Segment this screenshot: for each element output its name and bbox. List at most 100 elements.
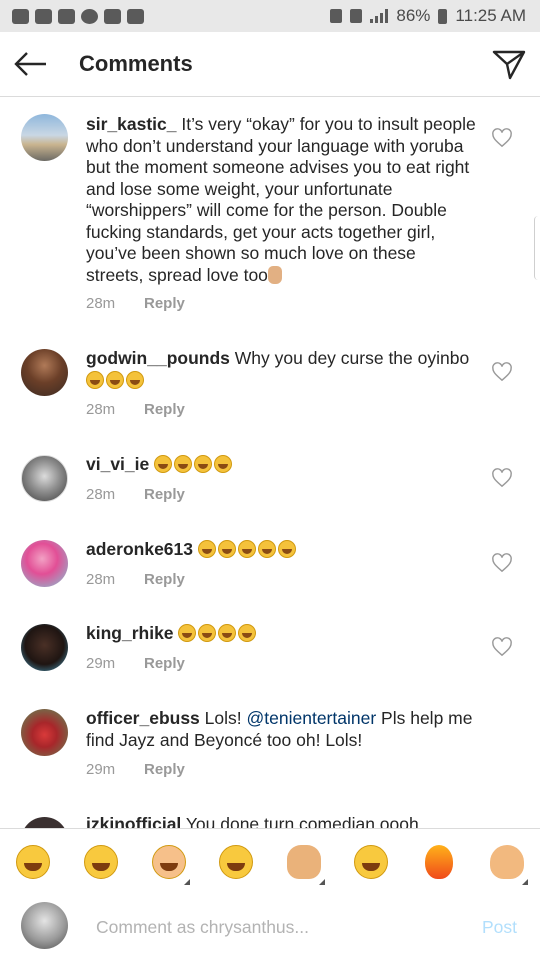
comment-meta: 29m Reply [86,655,185,672]
image-icon [104,8,121,24]
avatar[interactable] [21,624,68,671]
reply-button[interactable]: Reply [144,655,185,672]
comment-username[interactable]: sir_kastic_ [86,114,177,134]
rolling-laughing-face-icon [238,624,257,642]
skin-tone-indicator-icon [184,879,190,885]
notification-icon [12,8,29,24]
laughing-face-icon [214,455,233,473]
comment-meta: 29m Reply [86,761,185,778]
gallery-icon [58,8,75,24]
post-button[interactable]: Post [482,917,517,938]
avatar[interactable] [21,540,68,587]
laughing-face-icon [277,540,296,558]
comment-time: 28m [86,571,116,588]
rolling-laughing-face-icon [178,624,197,642]
rolling-laughing-face-icon [218,624,237,642]
victory-hand-icon [267,265,282,284]
comment-username[interactable]: godwin__pounds [86,348,230,368]
grinning-emoji-button[interactable] [219,845,253,879]
comments-list[interactable]: sir_kastic_ It’s very “okay” for you to … [0,97,540,828]
comment-composer: Post [0,895,540,960]
comment-text: aderonke613 [86,539,478,561]
comment-meta: 28m Reply [86,295,185,312]
reply-button[interactable]: Reply [144,295,185,312]
comment-time: 28m [86,401,116,418]
comment-username[interactable]: aderonke613 [86,539,193,559]
comment-text: izkinofficial You done turn comedian ooo… [86,814,478,828]
relieved-emoji-button[interactable] [354,845,388,879]
back-button[interactable] [10,44,50,84]
laughing-face-icon [194,455,213,473]
comment-text: godwin__pounds Why you dey curse the oyi… [86,348,478,391]
laughing-face-icon [257,540,276,558]
avatar[interactable] [21,349,68,396]
laughing-face-icon [86,370,104,389]
skin-tone-indicator-icon [522,879,528,885]
reply-button[interactable]: Reply [144,571,185,588]
reply-button[interactable]: Reply [144,486,185,503]
comments-header: Comments [0,32,540,97]
fire-emoji-button[interactable] [425,845,453,879]
heart-icon[interactable] [491,362,513,382]
mention-link[interactable]: @tenientertainer [247,708,377,728]
skin-tone-indicator-icon [319,879,325,885]
laughing-face-icon [217,540,236,558]
comment-meta: 28m Reply [86,571,185,588]
laughing-face-icon [154,455,173,473]
avatar[interactable] [21,709,68,756]
laughing-face-icon [174,455,193,473]
ok-hand-emoji-button[interactable] [490,845,524,879]
comment-meta: 28m Reply [86,401,185,418]
comment-meta: 28m Reply [86,486,185,503]
rolling-laughing-emoji-button[interactable] [84,845,118,879]
page-title: Comments [79,51,193,76]
status-bar: 86% 11:25 AM [0,0,540,32]
alarm-icon [330,9,343,23]
comment-username[interactable]: officer_ebuss [86,708,200,728]
raised-hand-emoji-button[interactable] [287,845,321,879]
comment-body: It’s very “okay” for you to insult peopl… [86,114,476,285]
comment-username[interactable]: king_rhike [86,623,174,643]
comment-body: Why you dey curse the oyinbo [234,348,470,368]
email-icon [127,8,144,24]
reply-button[interactable]: Reply [144,401,185,418]
hands-on-face-emoji-button[interactable] [152,845,186,879]
direct-share-button[interactable] [488,44,528,84]
comment-time: 29m [86,655,116,672]
laughing-face-icon [237,540,256,558]
heart-icon[interactable] [491,468,513,488]
notification-icons [0,8,144,24]
comment-username[interactable]: izkinofficial [86,814,181,828]
comment-text: vi_vi_ie [86,454,478,476]
data-icon [350,9,363,23]
tears-of-joy-emoji-button[interactable] [16,845,50,879]
paper-plane-icon [492,50,526,80]
mail-icon [35,8,52,24]
comment-body: Lols! [204,708,242,728]
battery-icon [438,8,448,24]
comment-body: You done turn comedian oooh [185,814,419,828]
signal-icon [370,9,389,23]
laughing-face-icon [126,370,144,389]
comment-time: 28m [86,295,116,312]
back-arrow-icon [14,52,46,76]
avatar[interactable] [21,817,68,828]
comment-text: sir_kastic_ It’s very “okay” for you to … [86,114,478,286]
heart-icon[interactable] [491,553,513,573]
comment-text: king_rhike [86,623,478,645]
current-user-avatar [21,902,68,949]
comment-time: 28m [86,486,116,503]
comment-username[interactable]: vi_vi_ie [86,454,149,474]
avatar[interactable] [21,114,68,161]
scroll-indicator[interactable] [534,216,540,280]
avatar[interactable] [21,455,68,502]
rolling-laughing-face-icon [198,624,217,642]
reply-button[interactable]: Reply [144,761,185,778]
heart-icon[interactable] [491,637,513,657]
battery-level: 86% [396,6,431,25]
clock: 11:25 AM [455,6,526,25]
heart-icon[interactable] [491,128,513,148]
comment-input[interactable] [94,913,458,941]
comment-text: officer_ebuss Lols! @tenientertainer Pls… [86,708,478,751]
laughing-face-icon [106,370,124,389]
